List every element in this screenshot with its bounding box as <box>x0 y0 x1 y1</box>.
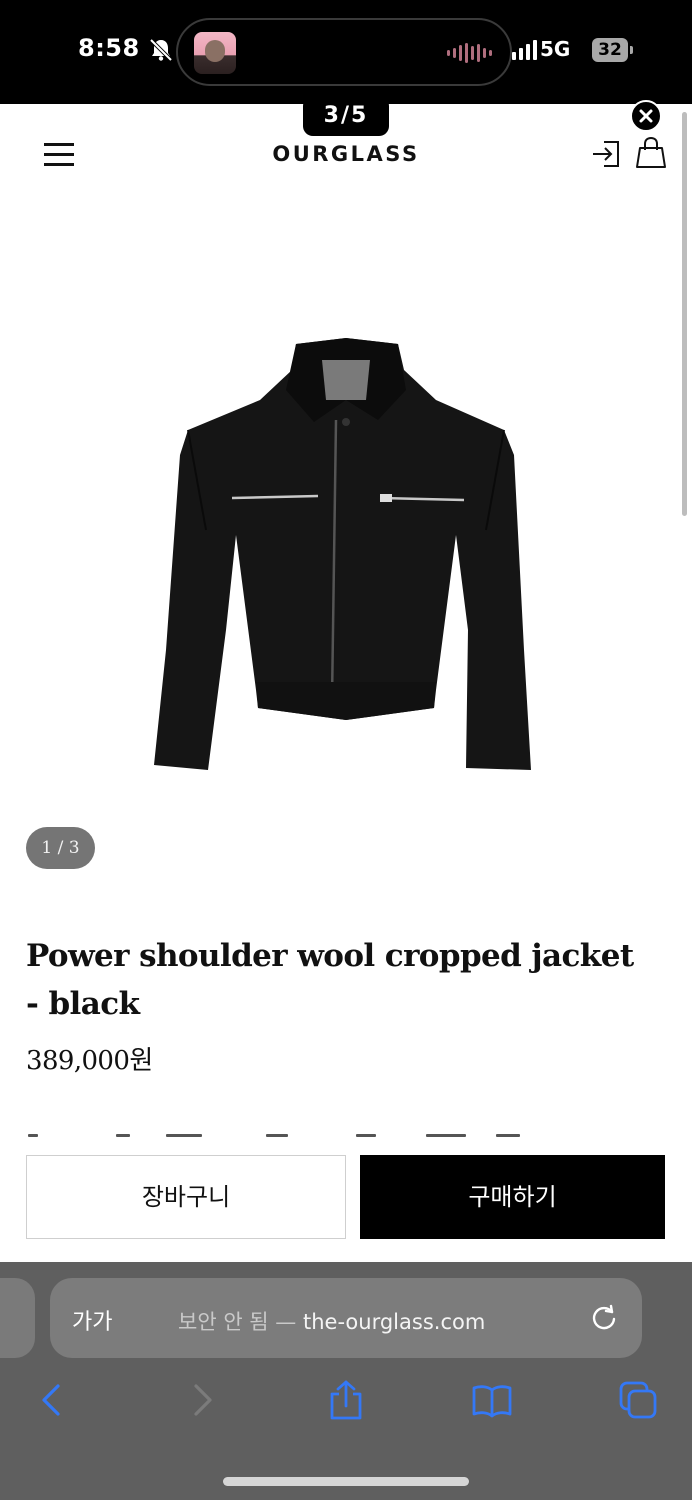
not-secure-label: 보안 안 됨 — <box>178 1310 297 1334</box>
product-title: Power shoulder wool cropped jacket - bla… <box>26 938 634 1022</box>
battery-level: 32 <box>592 38 628 62</box>
brand-logo[interactable]: OURGLASS <box>0 142 692 166</box>
product-price: 389,000원 <box>26 1046 153 1076</box>
now-playing-artwork <box>194 32 236 74</box>
chevron-left-icon[interactable] <box>32 1380 72 1420</box>
battery-tip <box>630 46 633 54</box>
address-text[interactable]: 보안 안 됨 — the-ourglass.com <box>178 1306 485 1336</box>
login-icon[interactable] <box>590 138 622 170</box>
home-indicator[interactable] <box>223 1477 469 1486</box>
book-icon[interactable] <box>472 1380 512 1420</box>
product-image[interactable] <box>146 330 546 780</box>
add-to-cart-button[interactable]: 장바구니 <box>26 1155 346 1239</box>
product-description-preview <box>26 1122 666 1138</box>
screenshot-page-counter: 3/5 <box>303 96 389 136</box>
previous-tab-peek[interactable] <box>0 1278 35 1358</box>
audio-waveform-icon <box>447 42 492 64</box>
text-size-button[interactable]: 가가 <box>72 1304 112 1336</box>
close-button[interactable] <box>630 100 662 132</box>
close-icon <box>639 109 653 123</box>
share-icon[interactable] <box>326 1380 366 1420</box>
shopping-bag-icon[interactable] <box>635 136 667 170</box>
cellular-signal-icon <box>512 40 537 60</box>
image-counter: 1 / 3 <box>26 827 95 869</box>
tabs-icon[interactable] <box>618 1380 658 1420</box>
purchase-action-bar: 장바구니 구매하기 <box>0 1138 692 1262</box>
chevron-right-icon[interactable] <box>182 1380 222 1420</box>
domain-label: the-ourglass.com <box>303 1310 486 1334</box>
silent-bell-icon <box>149 38 173 62</box>
network-type: 5G <box>540 37 571 61</box>
status-bar: 8:58 5G 32 <box>0 0 692 104</box>
address-bar[interactable]: 가가 보안 안 됨 — the-ourglass.com <box>50 1278 642 1358</box>
reload-icon[interactable] <box>588 1302 620 1334</box>
dynamic-island[interactable] <box>176 18 512 86</box>
status-time: 8:58 <box>78 34 140 62</box>
buy-now-button[interactable]: 구매하기 <box>360 1155 665 1239</box>
